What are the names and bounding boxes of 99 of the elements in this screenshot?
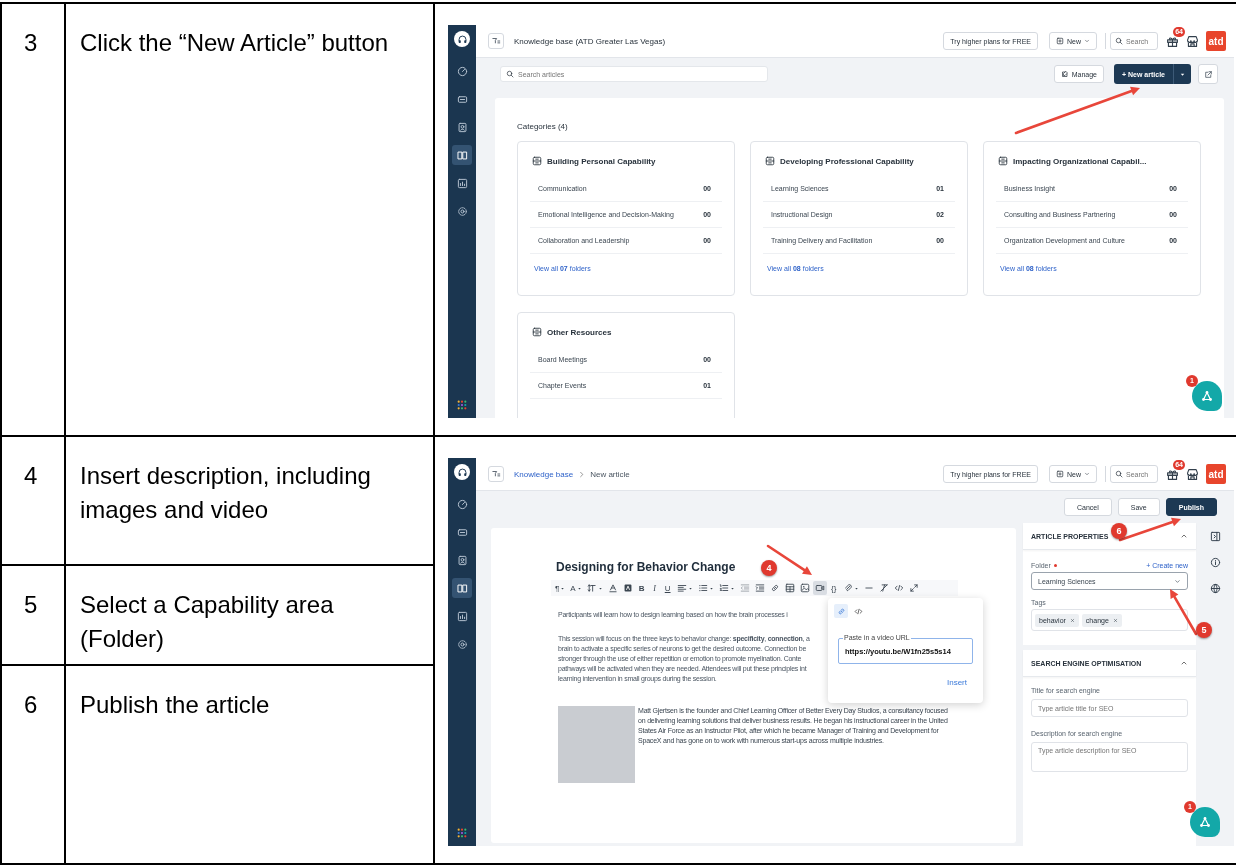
filter-button[interactable]	[488, 466, 504, 482]
archive-icon	[765, 156, 775, 166]
gift-icon	[1166, 34, 1179, 48]
remove-icon	[1112, 617, 1118, 623]
arrow	[1170, 589, 1198, 636]
image-icon	[799, 583, 810, 593]
caret-icon	[1084, 471, 1090, 477]
step-number: 3	[24, 28, 39, 58]
breadcrumb-current: New article	[590, 469, 630, 479]
collapse-button[interactable]	[1180, 532, 1188, 540]
store-icon	[1186, 34, 1199, 48]
highlight-icon	[622, 583, 633, 593]
clear-format-icon	[878, 583, 889, 593]
link-icon	[769, 583, 780, 593]
chart-icon	[456, 177, 468, 189]
remove-icon	[1069, 617, 1075, 623]
panel-toggle-icon	[1209, 531, 1221, 542]
archive-icon	[532, 156, 542, 166]
code-icon	[853, 606, 863, 616]
step-number: 6	[24, 690, 39, 720]
align-icon	[676, 583, 687, 593]
chevron-up-icon	[1180, 532, 1188, 540]
book-icon	[456, 149, 468, 161]
settings-icon	[456, 638, 468, 650]
edit-icon	[1060, 70, 1069, 78]
line-height-icon	[586, 583, 597, 593]
brand-logo[interactable]: atd	[1206, 31, 1226, 51]
step-instruction: Insert description, including images and video	[80, 461, 372, 525]
toolbar-button[interactable]: ¶	[553, 581, 568, 595]
category-title[interactable]: Other Resources	[547, 327, 612, 337]
step-instruction: Select a Capability area (Folder)	[80, 590, 335, 654]
plus-square-icon	[1056, 470, 1064, 478]
category-title[interactable]: Impacting Organizational Capabil...	[1013, 156, 1147, 166]
article-title: Designing for Behavior Change	[556, 560, 736, 574]
ticket-icon	[456, 526, 468, 538]
toolbar-button[interactable]: {}	[827, 581, 840, 595]
outdent-icon	[739, 583, 750, 593]
toolbar-button[interactable]: I	[648, 581, 661, 595]
collapse-button[interactable]	[1180, 659, 1188, 667]
chevron-right-icon	[578, 470, 586, 478]
plus-square-icon	[1056, 37, 1064, 45]
filter-icon	[491, 36, 501, 46]
expand-icon	[908, 583, 919, 593]
archive-icon	[532, 327, 542, 337]
search-icon	[1115, 470, 1123, 478]
info-icon	[1209, 557, 1221, 568]
bullet-list-icon	[697, 583, 708, 593]
network-icon	[1198, 815, 1212, 829]
category-title[interactable]: Building Personal Capability	[547, 156, 656, 166]
network-icon	[1200, 389, 1214, 403]
sidebar-item[interactable]	[452, 578, 472, 598]
external-link-button[interactable]	[1198, 64, 1218, 84]
step-number: 5	[24, 590, 39, 620]
section-heading: Categories (4)	[517, 122, 569, 131]
link-icon	[836, 606, 846, 616]
breadcrumb-link[interactable]: Knowledge base	[514, 469, 574, 479]
chart-icon	[456, 610, 468, 622]
contact-card-icon	[456, 121, 468, 133]
contact-card-icon	[456, 554, 468, 566]
step-instruction: Publish the article	[80, 690, 271, 720]
paperclip-icon	[842, 583, 853, 593]
indent-icon	[754, 583, 765, 593]
caret-icon	[1084, 38, 1090, 44]
toolbar-button[interactable]: A	[568, 581, 584, 595]
page-title: Knowledge base (ATD Greater Las Vegas)	[514, 36, 666, 46]
store-icon	[1186, 467, 1199, 481]
apps-grid-icon[interactable]	[457, 828, 467, 838]
table-icon	[784, 583, 795, 593]
text-color-icon	[607, 583, 618, 593]
step-number: 4	[24, 461, 39, 491]
gauge-icon	[456, 65, 468, 77]
filter-button[interactable]	[488, 33, 504, 49]
settings-icon	[456, 205, 468, 217]
ticket-icon	[456, 93, 468, 105]
archive-icon	[998, 156, 1008, 166]
sidebar-item[interactable]	[452, 145, 472, 165]
chevron-down-icon	[1174, 577, 1181, 585]
globe-icon	[1209, 583, 1221, 594]
book-icon	[456, 582, 468, 594]
search-icon	[1115, 37, 1123, 45]
toolbar-button[interactable]	[812, 581, 827, 595]
category-title[interactable]: Developing Professional Capability	[780, 156, 914, 166]
toolbar-button[interactable]: B	[635, 581, 648, 595]
chevron-up-icon	[1180, 659, 1188, 667]
arrow	[1118, 517, 1181, 542]
arrow	[766, 544, 812, 575]
step-instruction: Click the “New Article” button	[80, 28, 390, 58]
code-icon	[893, 583, 904, 593]
numbered-list-icon	[718, 583, 729, 593]
insert-button[interactable]: Insert	[947, 678, 967, 687]
gauge-icon	[456, 498, 468, 510]
video-icon	[814, 583, 825, 593]
filter-icon	[491, 469, 501, 479]
external-link-icon	[1203, 69, 1213, 79]
apps-grid-icon[interactable]	[457, 400, 467, 410]
brand-logo[interactable]: atd	[1206, 464, 1226, 484]
search-icon	[506, 70, 514, 78]
gift-icon	[1166, 467, 1179, 481]
toolbar-button[interactable]: U	[661, 581, 674, 595]
